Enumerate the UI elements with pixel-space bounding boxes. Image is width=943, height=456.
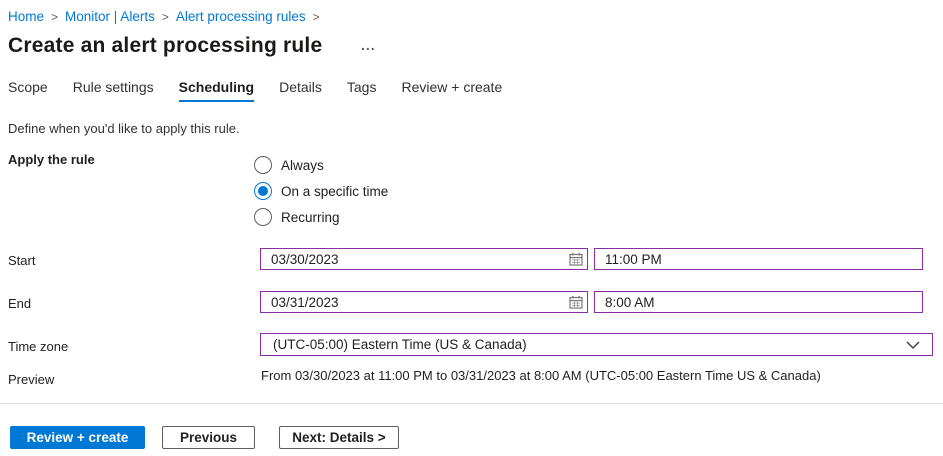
radio-icon: [254, 156, 272, 174]
apply-the-rule-radio-group: Always On a specific time Recurring: [254, 152, 388, 230]
chevron-right-icon: >: [306, 10, 327, 24]
previous-button[interactable]: Previous: [162, 426, 255, 449]
radio-icon: [254, 208, 272, 226]
end-date-calendar-icon[interactable]: [568, 294, 584, 310]
time-zone-value: (UTC-05:00) Eastern Time (US & Canada): [273, 337, 527, 352]
more-options-icon[interactable]: ...: [361, 38, 376, 52]
breadcrumb: Home > Monitor | Alerts > Alert processi…: [8, 9, 327, 24]
preview-label: Preview: [8, 372, 54, 387]
wizard-tabs: Scope Rule settings Scheduling Details T…: [8, 79, 502, 102]
chevron-down-icon: [906, 341, 920, 349]
scheduling-description: Define when you'd like to apply this rul…: [8, 121, 240, 136]
tab-review-create[interactable]: Review + create: [401, 79, 502, 102]
end-date-input[interactable]: [260, 291, 588, 313]
start-date-calendar-icon[interactable]: [568, 251, 584, 267]
time-zone-dropdown[interactable]: (UTC-05:00) Eastern Time (US & Canada): [260, 333, 933, 356]
radio-on-a-specific-time[interactable]: On a specific time: [254, 178, 388, 204]
apply-the-rule-label: Apply the rule: [8, 152, 95, 167]
breadcrumb-link-home[interactable]: Home: [8, 9, 44, 24]
radio-always-label: Always: [281, 158, 324, 173]
breadcrumb-link-monitor-alerts[interactable]: Monitor | Alerts: [65, 9, 155, 24]
radio-on-a-specific-time-label: On a specific time: [281, 184, 388, 199]
tab-rule-settings[interactable]: Rule settings: [73, 79, 154, 102]
tab-scheduling[interactable]: Scheduling: [179, 79, 254, 102]
radio-always[interactable]: Always: [254, 152, 388, 178]
tab-tags[interactable]: Tags: [347, 79, 377, 102]
breadcrumb-link-alert-processing-rules[interactable]: Alert processing rules: [176, 9, 306, 24]
radio-selected-icon: [254, 182, 272, 200]
start-time-input[interactable]: [594, 248, 923, 270]
next-details-button[interactable]: Next: Details >: [279, 426, 399, 449]
review-create-button[interactable]: Review + create: [10, 426, 145, 449]
time-zone-label: Time zone: [8, 339, 68, 354]
radio-recurring[interactable]: Recurring: [254, 204, 388, 230]
chevron-right-icon: >: [44, 10, 65, 24]
footer-divider: [0, 403, 943, 404]
start-label: Start: [8, 253, 35, 268]
page-title: Create an alert processing rule: [8, 34, 322, 58]
chevron-right-icon: >: [155, 10, 176, 24]
radio-recurring-label: Recurring: [281, 210, 340, 225]
end-time-input[interactable]: [594, 291, 923, 313]
tab-scope[interactable]: Scope: [8, 79, 48, 102]
preview-value: From 03/30/2023 at 11:00 PM to 03/31/202…: [261, 368, 821, 383]
tab-details[interactable]: Details: [279, 79, 322, 102]
start-date-input[interactable]: [260, 248, 588, 270]
end-label: End: [8, 296, 31, 311]
